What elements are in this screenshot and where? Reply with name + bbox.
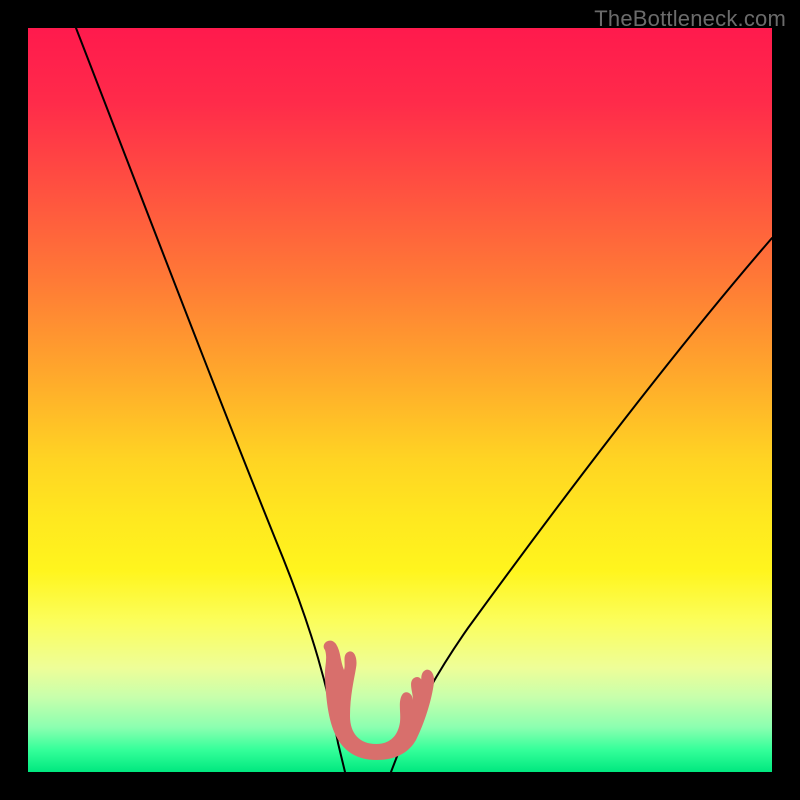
- trough-blob: [324, 641, 434, 760]
- frame: TheBottleneck.com: [0, 0, 800, 800]
- right-curve: [391, 238, 772, 772]
- curves-svg: [28, 28, 772, 772]
- plot-area: [28, 28, 772, 772]
- left-curve: [76, 28, 345, 772]
- watermark-text: TheBottleneck.com: [594, 6, 786, 32]
